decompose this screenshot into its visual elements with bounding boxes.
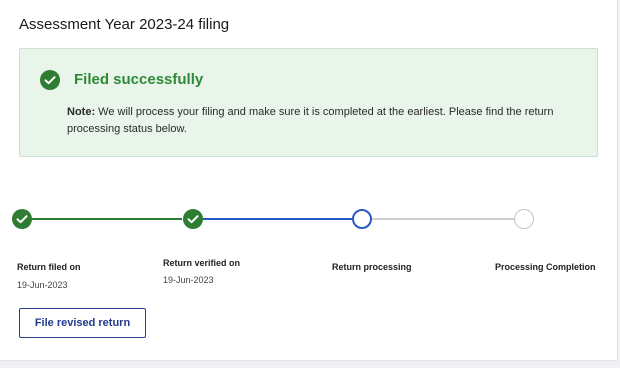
progress-stepper: Return filed on 19-Jun-2023 Return verif…	[0, 200, 620, 300]
step-connector-2	[203, 218, 352, 220]
step-connector-3	[372, 218, 514, 220]
step-label-processing: Return processing	[332, 262, 412, 272]
file-revised-return-button[interactable]: File revised return	[19, 308, 146, 338]
check-icon	[16, 215, 28, 224]
step-label-verified: Return verified on	[163, 258, 241, 268]
step-date-filed: 19-Jun-2023	[17, 280, 68, 290]
alert-note: Note: We will process your filing and ma…	[67, 104, 587, 138]
step-date-verified: 19-Jun-2023	[163, 275, 214, 285]
note-label: Note:	[67, 106, 96, 118]
alert-heading: Filed successfully	[74, 71, 204, 88]
step-label-filed: Return filed on	[17, 262, 81, 272]
success-alert: Filed successfully Note: We will process…	[19, 48, 598, 157]
note-text: We will process your filing and make sur…	[67, 106, 554, 135]
step-node-filed	[12, 209, 32, 229]
page-title: Assessment Year 2023-24 filing	[19, 16, 230, 33]
check-circle-icon	[40, 70, 60, 90]
step-node-verified	[183, 209, 203, 229]
step-label-completion: Processing Completion	[495, 262, 596, 272]
check-icon	[187, 215, 199, 224]
step-connector-1	[32, 218, 182, 220]
filing-status-card: Assessment Year 2023-24 filing Filed suc…	[0, 0, 618, 361]
step-node-completion	[514, 209, 534, 229]
step-node-processing	[352, 209, 372, 229]
